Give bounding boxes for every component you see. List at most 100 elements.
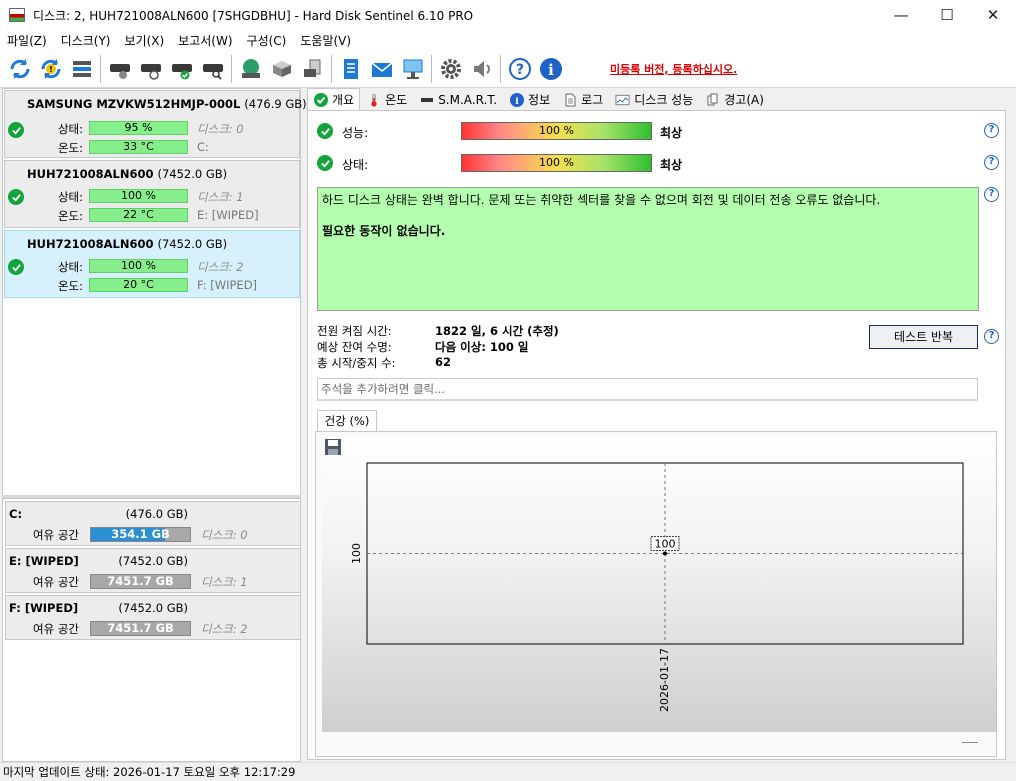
disk-name: SAMSUNG MZVKW512HMJP-000L (476.9 GB) xyxy=(27,97,307,111)
volume-size: (7452.0 GB) xyxy=(118,554,188,568)
resize-handle-icon[interactable] xyxy=(962,742,978,743)
register-link[interactable]: 미등록 버전, 등록하십시오. xyxy=(610,61,737,77)
performance-rating: 최상 xyxy=(660,126,683,140)
action-text: 필요한 동작이 없습니다. xyxy=(322,224,446,238)
app-icon xyxy=(9,8,25,22)
title-bar: 디스크: 2, HUH721008ALN600 [7SHGDBHU] - Har… xyxy=(0,0,1016,30)
volume-card-f[interactable]: F: [WIPED] (7452.0 GB) 여유 공간 7451.7 GB 디… xyxy=(5,595,301,640)
disk-model: HUH721008ALN600 xyxy=(27,167,154,181)
report-icon[interactable] xyxy=(335,54,366,84)
tab-alerts[interactable]: 경고(A) xyxy=(699,88,770,110)
free-space-bar: 354.1 GB xyxy=(90,527,191,542)
temp-bar: 33 °C xyxy=(89,140,188,154)
toolbar-separator xyxy=(500,54,501,83)
help-icon[interactable]: ? xyxy=(504,54,535,84)
tab-info[interactable]: i 정보 xyxy=(503,88,556,110)
menu-config[interactable]: 구성(C) xyxy=(240,32,294,49)
start-stop-label: 총 시작/중지 수: xyxy=(317,356,396,370)
status-bar: 95 % xyxy=(89,121,188,135)
disk-card-1[interactable]: HUH721008ALN600 (7452.0 GB) 상태: 100 % 디스… xyxy=(4,160,300,228)
disk-list-icon[interactable] xyxy=(66,54,97,84)
free-space-label: 여유 공간 xyxy=(33,622,79,636)
menu-report[interactable]: 보고서(W) xyxy=(171,32,239,49)
health-bar: 100 % xyxy=(461,154,652,172)
free-space-value: 354.1 GB xyxy=(111,527,170,541)
status-bar: 100 % xyxy=(89,189,188,203)
menu-help[interactable]: 도움말(V) xyxy=(293,32,358,49)
help-icon[interactable]: ? xyxy=(984,155,999,170)
free-space-label: 여유 공간 xyxy=(33,528,79,542)
check-icon xyxy=(313,92,328,107)
free-space-bar: 7451.7 GB xyxy=(90,621,191,636)
svg-text:?: ? xyxy=(515,62,523,78)
disk-search-icon[interactable] xyxy=(197,54,228,84)
disk-test-icon[interactable] xyxy=(104,54,135,84)
remote-icon[interactable] xyxy=(297,54,328,84)
refresh-all-icon[interactable]: ! xyxy=(35,54,66,84)
volume-name: F: [WIPED] xyxy=(9,601,79,615)
tab-performance[interactable]: 디스크 성능 xyxy=(609,88,699,110)
status-label: 상태: xyxy=(57,122,83,136)
volume-size: (7452.0 GB) xyxy=(118,601,188,615)
repeat-test-button[interactable]: 테스트 반복 xyxy=(869,325,978,349)
email-icon[interactable] xyxy=(366,54,397,84)
health-label: 상태: xyxy=(342,158,369,172)
disk-ok-icon[interactable] xyxy=(166,54,197,84)
minimize-button[interactable]: — xyxy=(878,0,924,30)
menu-view[interactable]: 보기(X) xyxy=(118,32,172,49)
document-icon xyxy=(562,92,577,107)
health-rating: 최상 xyxy=(660,158,683,172)
help-icon[interactable]: ? xyxy=(984,329,999,344)
tab-health-percent[interactable]: 건강 (%) xyxy=(317,410,377,432)
volume-ref: C: xyxy=(197,140,209,154)
refresh-icon[interactable] xyxy=(4,54,35,84)
tab-label: 로그 xyxy=(581,93,604,107)
chart-icon xyxy=(615,92,630,107)
disk-card-2[interactable]: HUH721008ALN600 (7452.0 GB) 상태: 100 % 디스… xyxy=(4,230,300,298)
svg-text:i: i xyxy=(515,97,519,107)
disk-card-0[interactable]: SAMSUNG MZVKW512HMJP-000L (476.9 GB) 상태:… xyxy=(4,90,307,158)
temp-bar: 22 °C xyxy=(89,208,188,222)
server-icon[interactable] xyxy=(266,54,297,84)
note-input[interactable]: 주석을 추가하려면 클릭... xyxy=(317,378,978,401)
maximize-button[interactable]: ☐ xyxy=(924,0,970,30)
documents-icon xyxy=(705,92,720,107)
overview-panel: 성능: 100 % 최상 ? 상태: 100 % 최상 ? 하드 디스크 상태는… xyxy=(307,110,1006,760)
info-icon[interactable]: i xyxy=(535,54,566,84)
close-button[interactable]: ✕ xyxy=(970,0,1016,30)
tab-label: 디스크 성능 xyxy=(634,93,694,107)
power-on-value: 1822 일, 6 시간 (추정) xyxy=(435,324,559,338)
tab-temperature[interactable]: 온도 xyxy=(360,88,413,110)
tab-label: 정보 xyxy=(528,93,551,107)
network-icon[interactable] xyxy=(235,54,266,84)
disk-ref: 디스크: 1 xyxy=(201,575,248,589)
toolbar-separator xyxy=(331,54,332,83)
disk-ref: 디스크: 2 xyxy=(201,622,248,636)
tab-label: S.M.A.R.T. xyxy=(438,92,498,107)
tab-log[interactable]: 로그 xyxy=(556,88,609,110)
temp-bar: 20 °C xyxy=(89,278,188,292)
volume-card-e[interactable]: E: [WIPED] (7452.0 GB) 여유 공간 7451.7 GB 디… xyxy=(5,548,301,593)
tab-smart[interactable]: S.M.A.R.T. xyxy=(413,88,503,110)
volume-card-c[interactable]: C: (476.0 GB) 여유 공간 354.1 GB 디스크: 0 xyxy=(5,501,301,546)
menu-disk[interactable]: 디스크(Y) xyxy=(54,32,118,49)
menu-file[interactable]: 파일(Z) xyxy=(0,32,54,49)
network-report-icon[interactable] xyxy=(397,54,428,84)
help-icon[interactable]: ? xyxy=(984,123,999,138)
help-icon[interactable]: ? xyxy=(984,187,999,202)
toolbar-separator xyxy=(231,54,232,83)
free-space-bar: 7451.7 GB xyxy=(90,574,191,589)
free-space-label: 여유 공간 xyxy=(33,575,79,589)
thermometer-icon xyxy=(366,92,381,107)
window-controls: — ☐ ✕ xyxy=(878,0,1016,30)
temp-label: 온도: xyxy=(57,209,83,223)
disk-name: HUH721008ALN600 (7452.0 GB) xyxy=(27,167,227,181)
disk-size: (7452.0 GB) xyxy=(157,237,228,251)
disk-schedule-icon[interactable] xyxy=(135,54,166,84)
toolbar: ! ? i 미등록 버전, 등록하십시오. xyxy=(0,50,1016,88)
disk-icon xyxy=(419,92,434,107)
settings-icon[interactable] xyxy=(435,54,466,84)
toolbar-separator xyxy=(100,54,101,83)
tab-overview[interactable]: 개요 xyxy=(307,88,361,110)
sound-icon[interactable] xyxy=(466,54,497,84)
